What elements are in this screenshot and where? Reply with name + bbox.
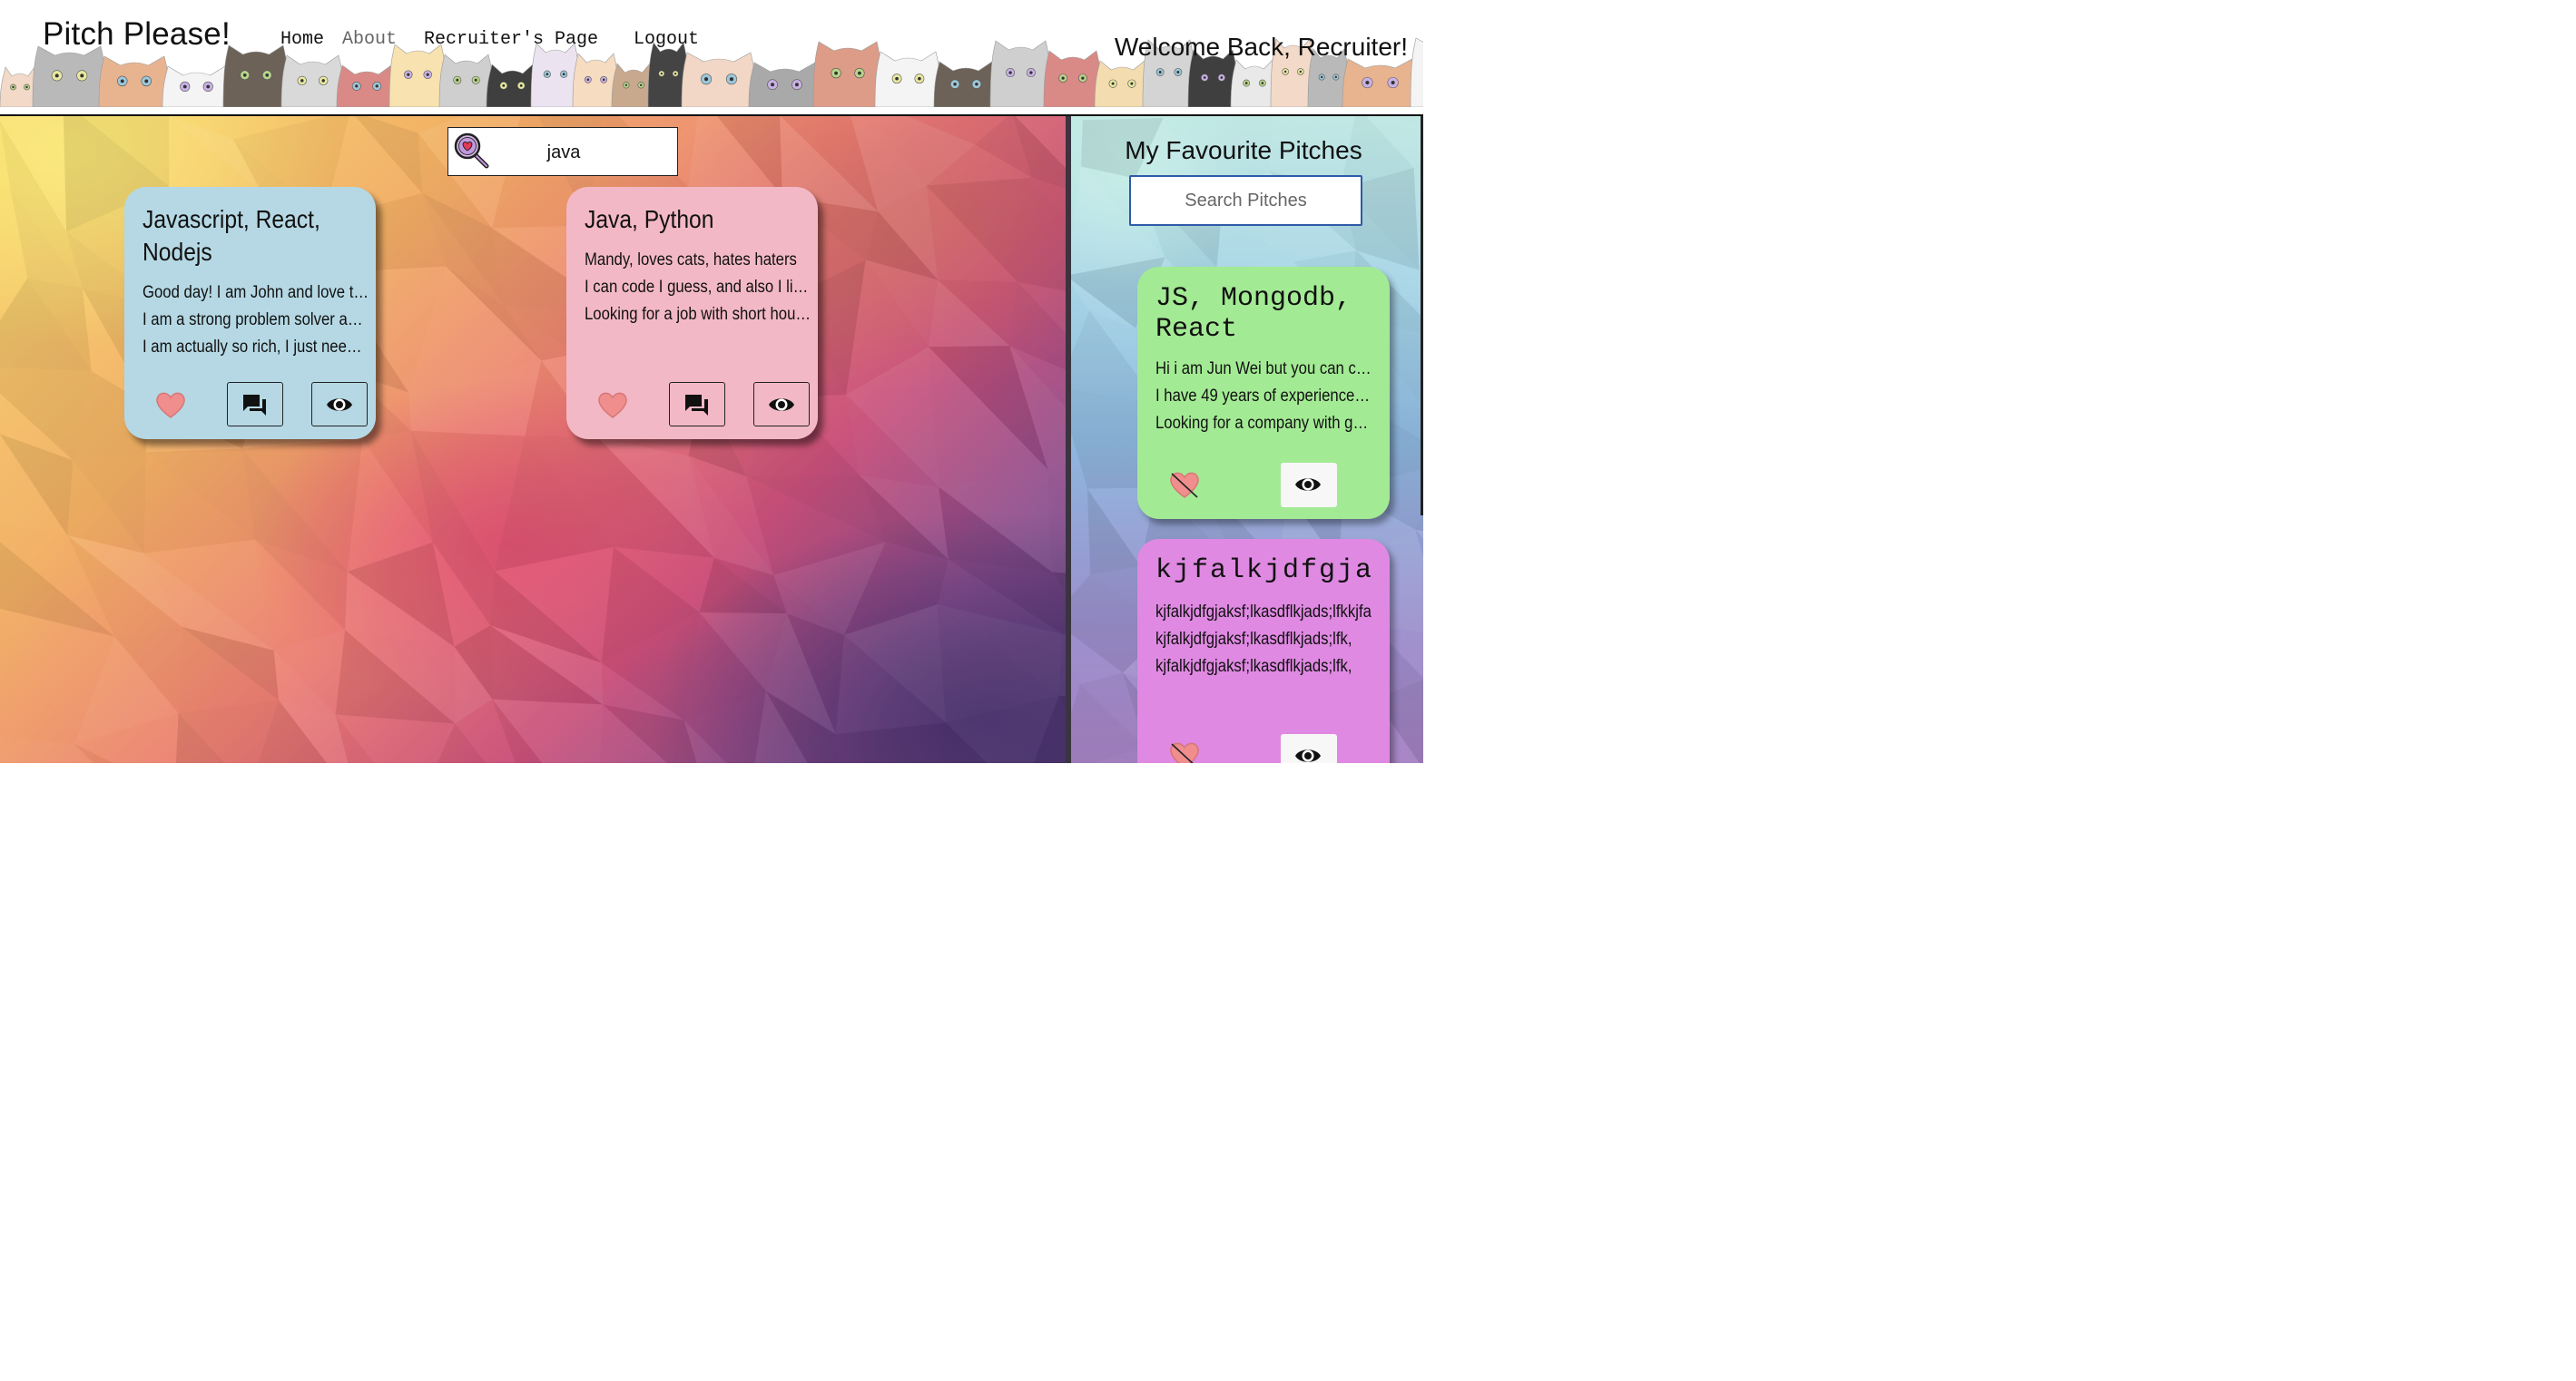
unfavourite-heart-icon[interactable] [1168,470,1201,499]
pitch-line: I have 49 years of experience in the ind… [1155,387,1372,406]
pitch-line: I am actually so rich, I just need somet… [143,338,369,357]
pitch-line: Looking for a job with short hours and l… [585,305,811,324]
pitch-line: I am a strong problem solver and quick l… [143,310,369,329]
eye-icon [1295,749,1321,762]
nav-about[interactable]: About [342,29,397,50]
nav-home[interactable]: Home [280,29,324,50]
eye-icon [1295,478,1321,491]
eye-icon [327,398,352,411]
pitch-line: kjfalkjdfgjaksf;lkasdflkjads;lfk, [1155,630,1352,649]
pitch-results-area: java Javascript, React, Nodejs Good day!… [0,116,1066,763]
welcome-message: Welcome Back, Recruiter! [1114,33,1408,61]
pitch-title: Javascript, React, Nodejs [143,205,320,266]
pitch-line: Hi i am Jun Wei but you can call me JW [1155,359,1372,378]
nav-recruiters-page[interactable]: Recruiter's Page [424,29,598,50]
search-input[interactable]: java [503,142,624,163]
pitch-line: Good day! I am John and love to code [143,283,369,302]
pitch-card[interactable]: Java, Python Mandy, loves cats, hates ha… [566,187,818,439]
favourite-heart-icon[interactable] [154,390,187,419]
brand-logo-text[interactable]: Pitch Please! [43,16,231,53]
search-pitches-input[interactable] [1129,175,1362,226]
nav-logout[interactable]: Logout [634,29,699,50]
pitch-title: JS, Mongodb, React [1155,283,1352,345]
pitch-title: kjfalkjdfgjaksf;lkasdflkjads [1155,555,1372,586]
pitch-line: kjfalkjdfgjaksf;lkasdflkjads;lfkkjfall [1155,602,1372,622]
view-button[interactable] [753,382,810,426]
view-button[interactable] [1281,463,1337,507]
pitch-line: kjfalkjdfgjaksf;lkasdflkjads;lfk, [1155,657,1352,676]
eye-icon [769,398,794,411]
view-button[interactable] [1281,734,1337,763]
magnifier-heart-icon[interactable] [452,131,490,169]
sidebar-scrollbar[interactable] [1421,116,1423,515]
header: Pitch Please! Home About Recruiter's Pag… [0,0,1423,114]
message-button[interactable] [227,382,283,426]
pitch-card[interactable]: Javascript, React, Nodejs Good day! I am… [124,187,376,439]
chat-bubbles-icon [243,395,266,416]
pitch-title: Java, Python [585,205,714,233]
unfavourite-heart-icon[interactable] [1168,740,1201,763]
favourite-heart-icon[interactable] [596,390,629,419]
pitch-line: Looking for a company with good culture [1155,414,1372,433]
pitch-line: Mandy, loves cats, hates haters [585,250,797,269]
message-button[interactable] [669,382,725,426]
favourites-title: My Favourite Pitches [1125,136,1362,164]
pitch-line: I can code I guess, and also I like to e… [585,278,811,297]
pitch-search-box[interactable]: java [447,127,678,176]
favourite-pitch-card[interactable]: kjfalkjdfgjaksf;lkasdflkjads kjfalkjdfgj… [1137,539,1390,763]
chat-bubbles-icon [685,395,708,416]
favourites-sidebar: My Favourite Pitches JS, Mongodb, React … [1071,116,1423,763]
view-button[interactable] [311,382,368,426]
favourite-pitch-card[interactable]: JS, Mongodb, React Hi i am Jun Wei but y… [1137,267,1390,519]
